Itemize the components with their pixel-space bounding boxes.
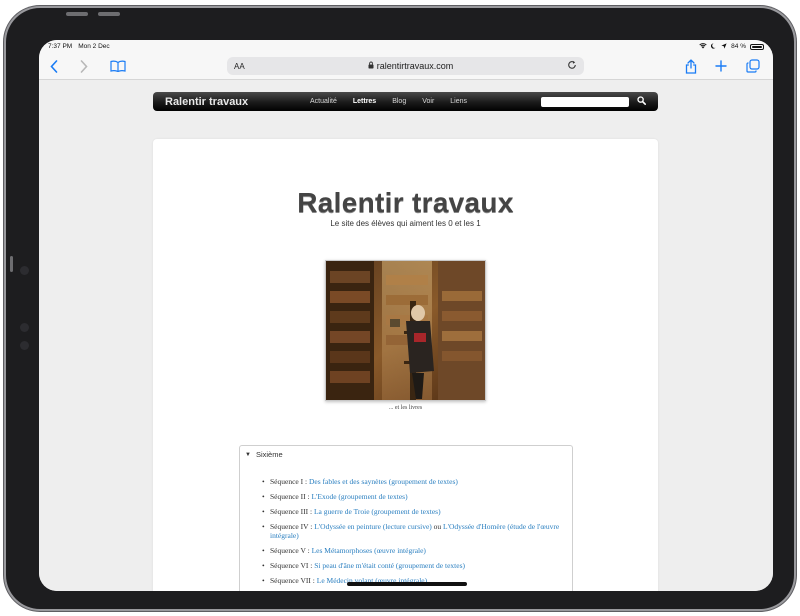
sequence-label: Séquence II :: [270, 492, 312, 501]
wifi-icon: [699, 42, 707, 51]
battery-icon: [750, 43, 764, 50]
bookworm-painting: [325, 260, 486, 401]
search-icon[interactable]: [637, 96, 646, 107]
sequence-list: Séquence I : Des fables et des saynètes …: [240, 463, 572, 585]
bookmarks-icon[interactable]: [109, 57, 127, 75]
status-bar: 7:37 PM Mon 2 Dec 84 %: [39, 40, 773, 53]
home-indicator[interactable]: [347, 582, 467, 586]
sequence-link[interactable]: L'Exode (groupement de textes): [311, 492, 407, 501]
camera-dot: [20, 341, 29, 350]
list-item: Séquence V : Les Métamorphoses (œuvre in…: [262, 546, 572, 555]
list-item: Séquence I : Des fables et des saynètes …: [262, 477, 572, 486]
site-logo: Ralentir travaux: [153, 187, 658, 219]
accordion-header[interactable]: ▼ Sixième: [240, 446, 572, 463]
site-search-input[interactable]: [541, 96, 629, 107]
screen: 7:37 PM Mon 2 Dec 84 % AA ralentirtravau…: [39, 40, 773, 591]
ipad-device: 7:37 PM Mon 2 Dec 84 % AA ralentirtravau…: [6, 8, 794, 609]
list-item: Séquence III : La guerre de Troie (group…: [262, 507, 572, 516]
location-icon: [721, 42, 727, 51]
nav-link-blog[interactable]: Blog: [392, 98, 406, 105]
sequence-link[interactable]: Si peau d'âne m'était conté (groupement …: [314, 561, 465, 570]
nav-link-liens[interactable]: Liens: [450, 98, 467, 105]
sequence-link[interactable]: Des fables et des saynètes (groupement d…: [309, 477, 458, 486]
moon-icon: [711, 42, 717, 51]
back-icon[interactable]: [48, 57, 60, 75]
accordion-title: Sixième: [255, 450, 283, 459]
nav-link-actualite[interactable]: Actualité: [310, 98, 337, 105]
sequence-label: Séquence I :: [270, 477, 309, 486]
site-tagline: Le site des élèves qui aiment les 0 et l…: [330, 219, 481, 228]
nav-link-voir[interactable]: Voir: [422, 98, 434, 105]
sequence-label: Séquence IV :: [270, 522, 315, 531]
lock-icon: [368, 61, 374, 71]
sequence-link[interactable]: La guerre de Troie (groupement de textes…: [314, 507, 441, 516]
status-time: 7:37 PM: [48, 43, 73, 50]
reload-icon[interactable]: [567, 60, 577, 72]
forward-icon[interactable]: [78, 57, 90, 75]
sequence-link[interactable]: L'Odyssée en peinture (lecture cursive): [314, 522, 432, 531]
status-date: Mon 2 Dec: [78, 43, 110, 50]
list-item: Séquence VI : Si peau d'âne m'était cont…: [262, 561, 572, 570]
share-icon[interactable]: [684, 57, 698, 75]
painting-caption: ... et les livres: [388, 405, 423, 411]
nav-link-lettres[interactable]: Lettres: [353, 98, 376, 105]
triangle-down-icon: ▼: [245, 451, 251, 458]
tabs-overview-icon[interactable]: [745, 57, 760, 75]
top-button: [98, 12, 120, 16]
webpage: Ralentir travaux Actualité Lettres Blog …: [39, 80, 773, 591]
sequence-label: Séquence V :: [270, 546, 312, 555]
list-item: Séquence II : L'Exode (groupement de tex…: [262, 492, 572, 501]
safari-toolbar: AA ralentirtravaux.com: [39, 53, 773, 80]
side-button: [10, 256, 13, 272]
site-brand[interactable]: Ralentir travaux: [165, 96, 310, 108]
top-button: [66, 12, 88, 16]
camera-dot: [20, 323, 29, 332]
camera-dot: [20, 266, 29, 275]
url-domain: ralentirtravaux.com: [376, 61, 454, 71]
accordion-sixieme: ▼ Sixième Séquence I : Des fables et des…: [239, 445, 573, 591]
sequence-label: Séquence VI :: [270, 561, 315, 570]
sequence-link[interactable]: Les Métamorphoses (œuvre intégrale): [312, 546, 426, 555]
sequence-label: Séquence III :: [270, 507, 314, 516]
content-panel: Ralentir travaux Le site des élèves qui …: [153, 139, 658, 591]
sequence-connector: ou: [431, 522, 444, 531]
logo-title: Ralentir travaux: [297, 187, 514, 218]
address-bar[interactable]: AA ralentirtravaux.com: [227, 57, 584, 75]
list-item: Séquence IV : L'Odyssée en peinture (lec…: [262, 522, 572, 540]
text-size-button[interactable]: AA: [234, 62, 254, 71]
site-nav-bar: Ralentir travaux Actualité Lettres Blog …: [153, 92, 658, 111]
battery-percent: 84 %: [731, 43, 746, 50]
new-tab-icon[interactable]: [714, 57, 728, 75]
sequence-label: Séquence VII :: [270, 576, 317, 585]
